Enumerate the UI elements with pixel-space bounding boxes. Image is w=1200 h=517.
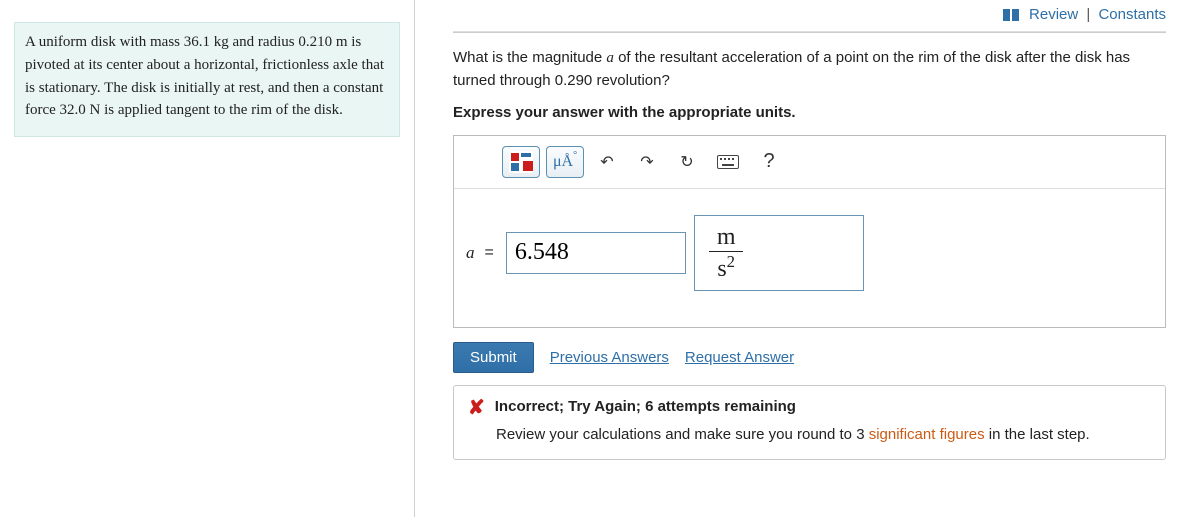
undo-button[interactable]: ↶ — [590, 146, 624, 178]
reset-icon: ↻ — [680, 152, 693, 172]
answer-var: a — [466, 243, 475, 263]
answer-panel: μÅ° ↶ ↷ ↻ ? — [453, 135, 1166, 328]
redo-button[interactable]: ↷ — [630, 146, 664, 178]
help-button[interactable]: ? — [752, 146, 786, 178]
reset-button[interactable]: ↻ — [670, 146, 704, 178]
undo-icon: ↶ — [600, 152, 613, 172]
feedback-headline: Incorrect; Try Again; 6 attempts remaini… — [495, 398, 796, 415]
separator: | — [1082, 6, 1094, 23]
feedback-body: Review your calculations and make sure y… — [496, 424, 1151, 446]
units-fraction: m s2 — [709, 225, 744, 281]
answer-input[interactable] — [506, 232, 686, 274]
feedback-head: ✘ Incorrect; Try Again; 6 attempts remai… — [468, 398, 1151, 418]
answer-row: a = m s2 — [454, 189, 1165, 327]
units-box[interactable]: m s2 — [694, 215, 864, 291]
problem-column: A uniform disk with mass 36.1 kg and rad… — [0, 0, 415, 517]
feedback-panel: ✘ Incorrect; Try Again; 6 attempts remai… — [453, 385, 1166, 461]
templates-button[interactable] — [502, 146, 540, 178]
constants-link[interactable]: Constants — [1098, 6, 1166, 23]
submit-button[interactable]: Submit — [453, 342, 534, 373]
sig-figures-link[interactable]: significant figures — [869, 426, 985, 443]
units-button[interactable]: μÅ° — [546, 146, 584, 178]
keyboard-icon — [717, 155, 739, 169]
review-link[interactable]: Review — [1029, 6, 1078, 23]
book-icon — [1003, 8, 1019, 25]
keyboard-button[interactable] — [710, 146, 746, 178]
actions-row: Submit Previous Answers Request Answer — [453, 342, 1166, 373]
question-text: What is the magnitude a of the resultant… — [453, 47, 1166, 92]
answer-column: Review | Constants What is the magnitude… — [415, 0, 1200, 517]
request-answer-link[interactable]: Request Answer — [685, 349, 794, 366]
top-links: Review | Constants — [453, 4, 1166, 31]
redo-icon: ↷ — [640, 152, 653, 172]
previous-answers-link[interactable]: Previous Answers — [550, 349, 669, 366]
toolbar: μÅ° ↶ ↷ ↻ ? — [454, 136, 1165, 189]
divider — [453, 31, 1166, 33]
templates-icon — [509, 151, 533, 173]
equals: = — [483, 244, 498, 262]
instructions: Express your answer with the appropriate… — [453, 104, 1166, 121]
incorrect-icon: ✘ — [468, 398, 485, 418]
problem-statement: A uniform disk with mass 36.1 kg and rad… — [14, 22, 400, 137]
